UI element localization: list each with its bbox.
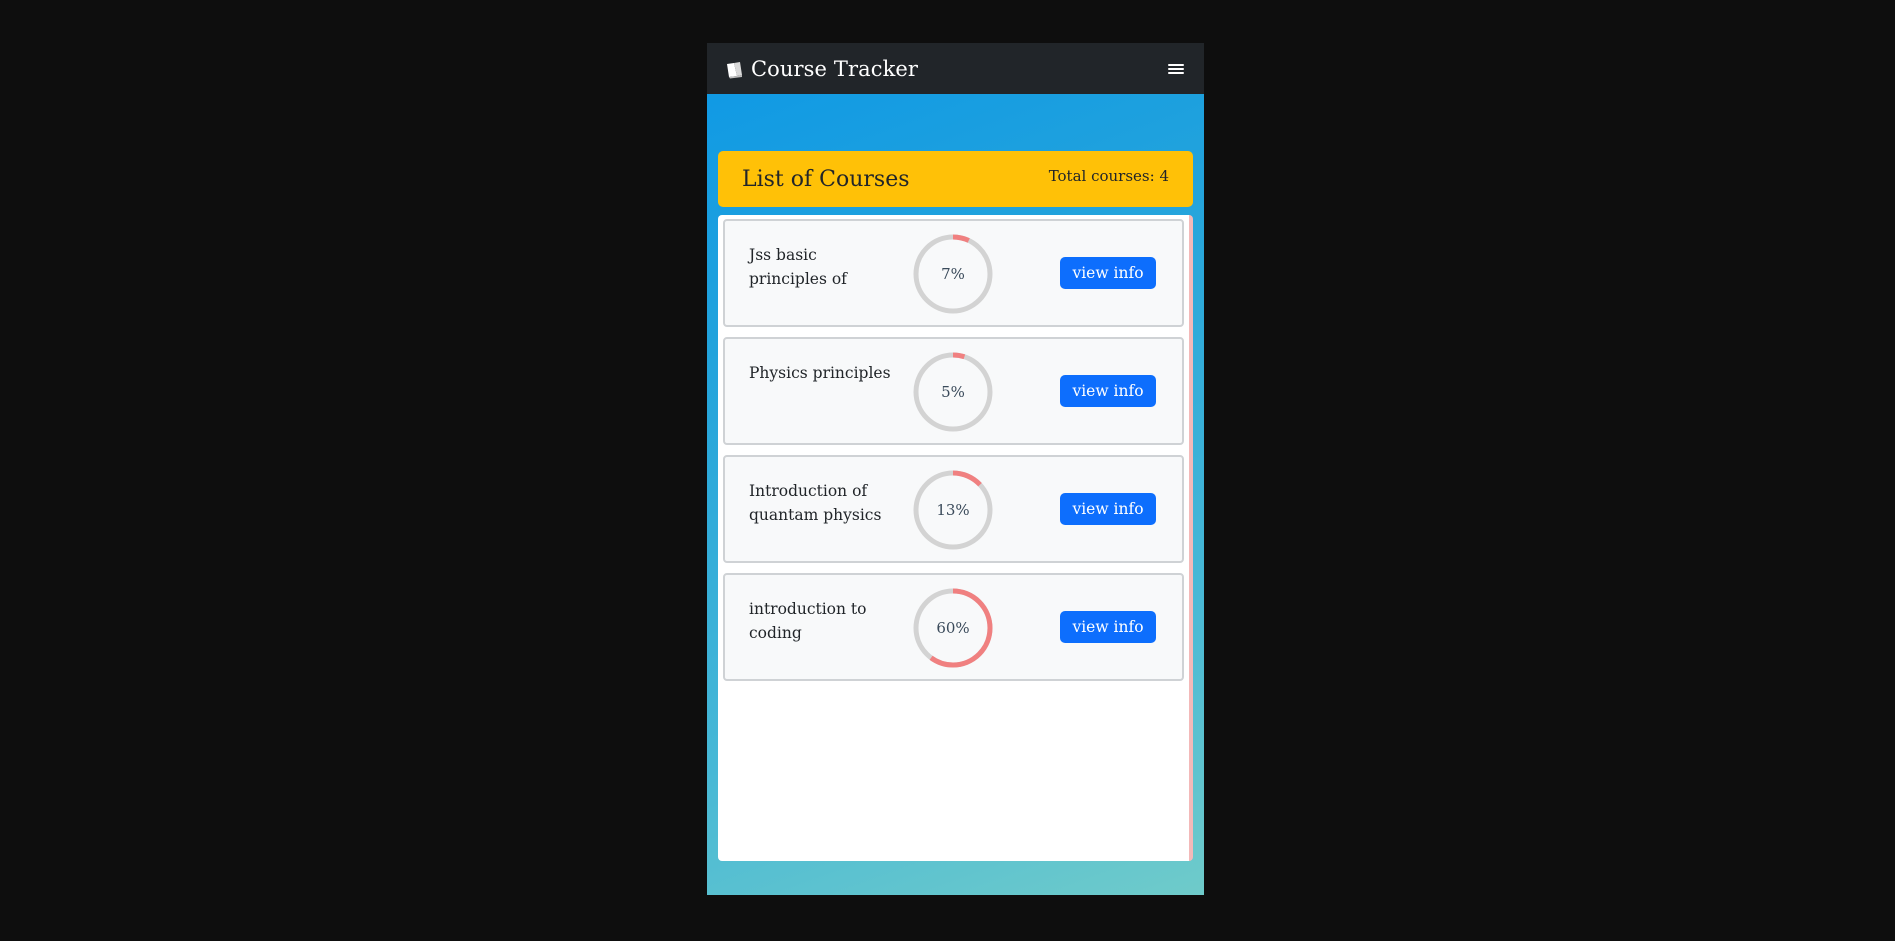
course-name: Introduction of quantam physics (749, 482, 882, 524)
course-card: Physics principles 5% view info (723, 337, 1184, 445)
course-name: introduction to coding (749, 600, 867, 642)
hamburger-icon[interactable] (1167, 62, 1185, 76)
view-info-button[interactable]: view info (1060, 493, 1156, 525)
total-courses-count: Total courses: 4 (1048, 167, 1169, 185)
courses-header: List of Courses Total courses: 4 (718, 151, 1193, 207)
progress-ring: 13% (912, 469, 994, 551)
progress-label: 5% (941, 383, 965, 401)
book-icon (725, 60, 745, 80)
progress-ring: 60% (912, 587, 994, 669)
view-info-button[interactable]: view info (1060, 611, 1156, 643)
progress-label: 7% (941, 265, 965, 283)
course-card: Introduction of quantam physics 13% view… (723, 455, 1184, 563)
app-window: Course Tracker List of Courses Total cou… (707, 43, 1204, 895)
view-info-button[interactable]: view info (1060, 257, 1156, 289)
progress-ring: 7% (912, 233, 994, 315)
course-name: Jss basic principles of (749, 246, 847, 288)
brand[interactable]: Course Tracker (725, 57, 918, 81)
progress-label: 60% (936, 619, 970, 637)
course-card: Jss basic principles of 7% view info (723, 219, 1184, 327)
progress-label: 13% (936, 501, 970, 519)
app-title: Course Tracker (751, 56, 919, 81)
course-card: introduction to coding 60% view info (723, 573, 1184, 681)
progress-ring: 5% (912, 351, 994, 433)
page-title: List of Courses (742, 166, 910, 192)
navbar: Course Tracker (707, 43, 1204, 94)
course-name: Physics principles (749, 364, 891, 382)
course-list[interactable]: Jss basic principles of 7% view info Phy… (718, 215, 1193, 861)
view-info-button[interactable]: view info (1060, 375, 1156, 407)
